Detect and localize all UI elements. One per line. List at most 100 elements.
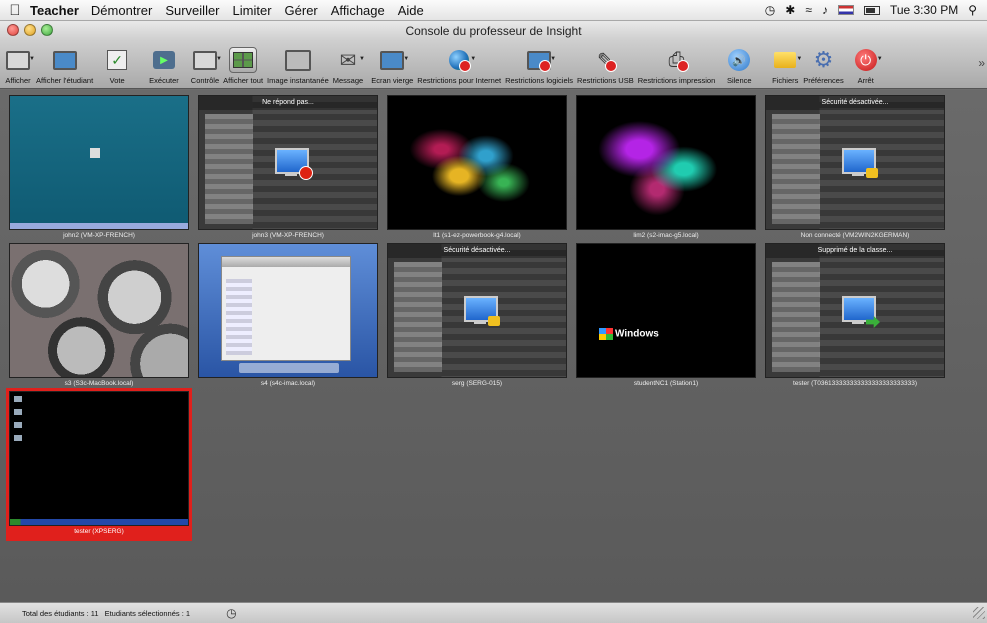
toolbar-afficher[interactable]: ▼ Afficher xyxy=(2,39,35,85)
toolbar-label: Contrôle xyxy=(190,76,220,85)
toolbar-executer[interactable]: Exécuter xyxy=(147,39,181,85)
menu-limiter[interactable]: Limiter xyxy=(233,3,272,18)
toolbar-arret[interactable]: ▼ Arrêt xyxy=(850,39,883,85)
toolbar-afficher-etudiant[interactable]: Afficher l'étudiant xyxy=(34,39,95,85)
student-screen-thumbnail[interactable]: Sécurité désactivée... xyxy=(387,243,567,378)
close-button[interactable] xyxy=(7,24,19,36)
battery-icon[interactable] xyxy=(863,5,880,15)
menubar-extras: ◷ ✱ ≈ ♪ Tue 3:30 PM ⚲ xyxy=(765,3,987,17)
toolbar-vote[interactable]: Vote xyxy=(101,39,133,85)
student-screen-thumbnail[interactable]: Supprimé de la classe... xyxy=(765,243,945,378)
menu-demontrer[interactable]: Démontrer xyxy=(91,3,152,18)
student-tile[interactable]: Ne répond pas... john3 (VM-XP-FRENCH) xyxy=(198,95,378,242)
browser-window xyxy=(221,256,351,361)
total-students: Total des étudiants : 11 xyxy=(22,608,99,618)
student-screen-thumbnail[interactable] xyxy=(9,391,189,526)
vote-status-icon[interactable]: ◷ xyxy=(226,606,236,620)
student-screen-thumbnail[interactable] xyxy=(9,243,189,378)
start-menu-panel xyxy=(772,262,820,372)
student-tile[interactable]: Sécurité désactivée... Non connecté (VM2… xyxy=(765,95,945,242)
menu-gerer[interactable]: Gérer xyxy=(285,3,318,18)
security-off-icon xyxy=(866,168,878,178)
toolbar-label: Restrictions logiciels xyxy=(505,76,574,85)
toolbar-fichiers[interactable]: ▼ Fichiers xyxy=(769,39,802,85)
not-responding-icon xyxy=(299,166,313,180)
display-icon: ▼ xyxy=(4,47,35,73)
toolbar-restrictions-impression[interactable]: Restrictions impression xyxy=(636,39,718,85)
menu-affichage[interactable]: Affichage xyxy=(331,3,385,18)
student-tile[interactable]: Supprimé de la classe... tester (T036133… xyxy=(765,243,945,390)
toolbar-label: Ecran vierge xyxy=(371,76,414,85)
volume-icon[interactable]: ♪ xyxy=(822,3,828,17)
student-caption: lt1 (s1-ez-powerbook-g4.local) xyxy=(433,232,521,239)
student-screen-thumbnail[interactable]: Windows xyxy=(576,243,756,378)
apple-menu-icon[interactable]:  xyxy=(0,2,30,19)
toolbar-overflow-button[interactable]: » xyxy=(978,56,985,70)
power-icon: ▼ xyxy=(852,47,883,73)
input-flag-icon[interactable] xyxy=(837,5,854,15)
toolbar-preferences[interactable]: Préférences xyxy=(801,39,845,85)
window-titlebar: Console du professeur de Insight xyxy=(0,21,987,40)
student-caption: serg (SERG-015) xyxy=(451,380,503,387)
toolbar-restrictions-internet[interactable]: ▼ Restrictions pour Internet xyxy=(415,39,503,85)
student-caption: tester (XPSERG) xyxy=(74,528,124,535)
windows-logo: Windows xyxy=(599,328,659,340)
status-bar: Total des étudiants : 11 Etudiants sélec… xyxy=(0,602,987,623)
student-screen-thumbnail[interactable] xyxy=(387,95,567,230)
toolbar-afficher-tout[interactable]: Afficher tout xyxy=(221,39,265,85)
student-status: Sécurité désactivée... xyxy=(766,96,944,110)
toolbar-label: Afficher xyxy=(5,76,31,85)
minimize-button[interactable] xyxy=(24,24,36,36)
student-tile[interactable]: lt1 (s1-ez-powerbook-g4.local) xyxy=(387,95,567,242)
menu-surveiller[interactable]: Surveiller xyxy=(165,3,219,18)
toolbar-restrictions-usb[interactable]: Restrictions USB xyxy=(575,39,636,85)
toolbar-label: Vote xyxy=(109,76,125,85)
toolbar-label: Restrictions USB xyxy=(577,76,634,85)
toolbar-silence[interactable]: Silence xyxy=(723,39,755,85)
student-tile[interactable]: lim2 (s2-imac-g5.local) xyxy=(576,95,756,242)
menubar:  Teacher Démontrer Surveiller Limiter G… xyxy=(0,0,987,21)
time-machine-icon[interactable]: ◷ xyxy=(765,3,775,17)
student-screen-thumbnail[interactable]: Sécurité désactivée... xyxy=(765,95,945,230)
wifi-icon[interactable]: ≈ xyxy=(805,3,812,17)
toolbar-label: Restrictions impression xyxy=(637,76,716,85)
menubar-clock[interactable]: Tue 3:30 PM xyxy=(890,3,958,17)
usb-icon xyxy=(591,47,619,73)
zoom-button[interactable] xyxy=(41,24,53,36)
bluetooth-icon[interactable]: ✱ xyxy=(785,3,795,17)
student-screen-thumbnail[interactable] xyxy=(576,95,756,230)
software-icon: ▼ xyxy=(525,47,556,73)
toolbar-ecran-vierge[interactable]: ▼ Ecran vierge xyxy=(369,39,415,85)
student-tile[interactable]: Sécurité désactivée... serg (SERG-015) xyxy=(387,243,567,390)
desktop-icon xyxy=(90,148,100,158)
student-grid: john2 (VM-XP-FRENCH) Ne répond pas... jo… xyxy=(0,90,987,602)
printer-icon xyxy=(663,47,691,73)
spotlight-icon[interactable]: ⚲ xyxy=(968,3,977,17)
toolbar-controle[interactable]: ▼ Contrôle xyxy=(189,39,222,85)
student-caption: s3 (S3c-MacBook.local) xyxy=(64,380,134,387)
window-title: Console du professeur de Insight xyxy=(405,23,582,38)
app-menu[interactable]: Teacher xyxy=(30,3,79,18)
student-status: Supprimé de la classe... xyxy=(766,244,944,258)
dock xyxy=(239,363,339,373)
student-status: Sécurité désactivée... xyxy=(388,244,566,258)
student-screen-thumbnail[interactable] xyxy=(198,243,378,378)
student-tile-selected[interactable]: tester (XPSERG) xyxy=(6,388,192,541)
internet-icon: ▼ xyxy=(445,47,476,73)
toolbar-label: Exécuter xyxy=(149,76,179,85)
student-screen-thumbnail[interactable]: Ne répond pas... xyxy=(198,95,378,230)
menu-aide[interactable]: Aide xyxy=(398,3,424,18)
student-tile[interactable]: s4 (s4c-imac.local) xyxy=(198,243,378,390)
toolbar-restrictions-logiciels[interactable]: ▼ Restrictions logiciels xyxy=(503,39,575,85)
student-screen-thumbnail[interactable] xyxy=(9,95,189,230)
toolbar-message[interactable]: ▼ Message xyxy=(331,39,365,85)
folder-icon: ▼ xyxy=(771,47,802,73)
student-tile[interactable]: john2 (VM-XP-FRENCH) xyxy=(9,95,189,242)
toolbar-image-instantanee[interactable]: Image instantanée xyxy=(265,39,331,85)
snapshot-icon xyxy=(284,47,312,73)
student-tile[interactable]: Windows studentNC1 (Station1) xyxy=(576,243,756,390)
resize-grip[interactable] xyxy=(973,607,985,619)
toolbar-label: Message xyxy=(332,76,364,85)
student-tile[interactable]: s3 (S3c-MacBook.local) xyxy=(9,243,189,390)
student-caption: tester (T036133333333333333333333333) xyxy=(793,380,917,387)
